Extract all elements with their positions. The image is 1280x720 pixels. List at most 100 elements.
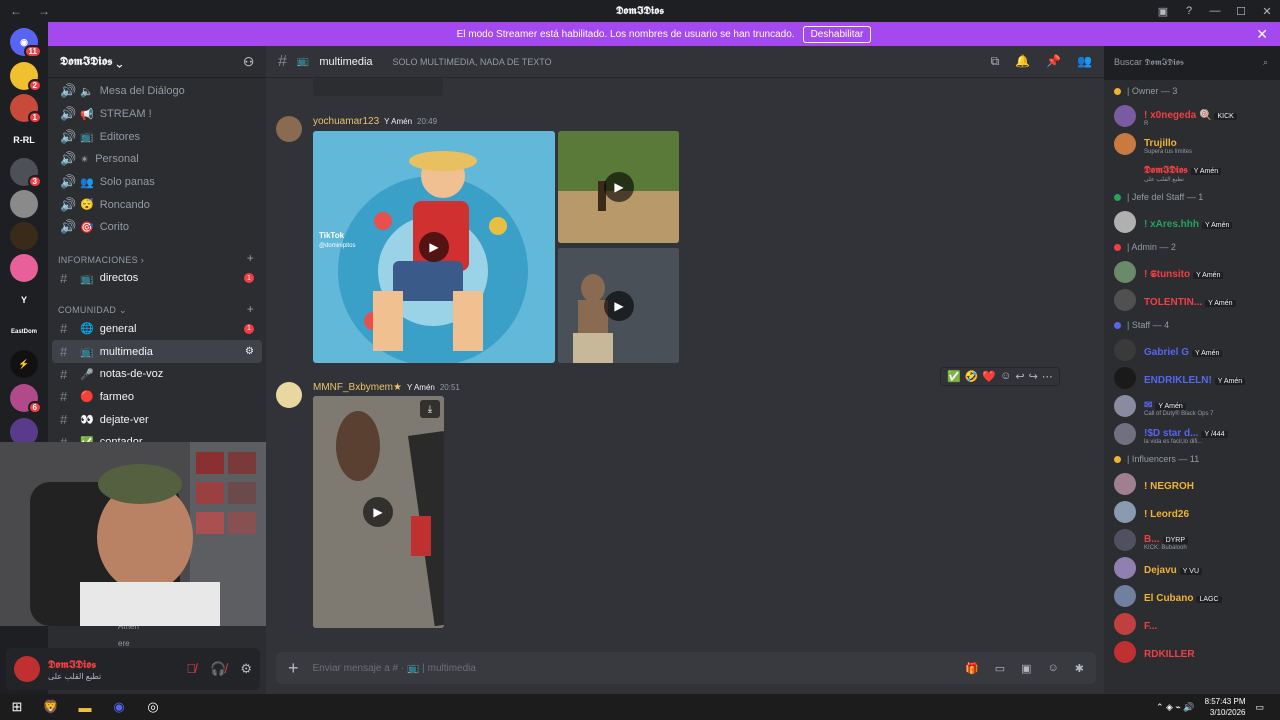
member-name[interactable]: Gabriel G [1144, 347, 1189, 358]
member-item[interactable]: RDKILLER [1104, 638, 1280, 666]
avatar[interactable] [14, 656, 40, 682]
pin-icon[interactable]: 📌 [1046, 54, 1061, 69]
play-icon[interactable]: ▶ [419, 232, 449, 262]
voice-channel-item[interactable]: 🔊 📢 STREAM ! [48, 103, 266, 126]
server-icon[interactable]: 3 [10, 158, 42, 188]
member-item[interactable]: ! 𝕾tunsito Y Amén [1104, 258, 1280, 286]
server-icon[interactable] [10, 190, 38, 218]
member-item[interactable]: ✉ Y Amén Call of Duty® Black Ops 7 [1104, 392, 1280, 420]
reaction-laugh-icon[interactable]: 🤣 [965, 370, 979, 383]
server-icon[interactable]: ⚡ [10, 350, 38, 378]
user-name[interactable]: 𝕯𝖔𝖒𝕴𝕯𝖎𝖔𝖘 [48, 658, 101, 672]
member-name[interactable]: !$D star d... [1144, 428, 1198, 439]
add-channel-icon[interactable]: + [247, 302, 254, 316]
member-name[interactable]: 𝕯𝖔𝖒𝕴𝕯𝖎𝖔𝖘 [1144, 165, 1188, 176]
emoji-icon[interactable]: ☺ [1048, 662, 1059, 675]
voice-channel-item[interactable]: 🔊 📺 Editores [48, 125, 266, 148]
avatar[interactable] [1114, 211, 1136, 233]
avatar[interactable] [1114, 529, 1136, 551]
play-icon[interactable]: ▶ [604, 172, 634, 202]
voice-channel-item[interactable]: 🔊 🔈 Mesa del Diálogo [48, 80, 266, 103]
avatar[interactable] [1114, 613, 1136, 635]
member-item[interactable]: 𝕯𝖔𝖒𝕴𝕯𝖎𝖔𝖘 Y Amén تطبع القلب على [1104, 158, 1280, 186]
member-name[interactable]: ! x0negeda 🍭 [1144, 110, 1211, 121]
message-composer[interactable]: + Enviar mensaje a # · 📺 | multimedia 🎁 … [276, 652, 1096, 684]
category-label[interactable]: INFORMACIONES › [58, 255, 144, 265]
reply-icon[interactable]: ↩ [1015, 370, 1024, 383]
member-name[interactable]: ! xAres.hhh [1144, 219, 1199, 230]
server-icon[interactable] [10, 254, 38, 282]
maximize-icon[interactable]: ☐ [1228, 5, 1254, 18]
member-name[interactable]: RDKILLER [1144, 649, 1195, 660]
obs-icon[interactable]: ◎ [136, 699, 170, 715]
gif-icon[interactable]: ▭ [995, 662, 1005, 675]
video-attachment[interactable]: ▶ [558, 131, 679, 243]
avatar[interactable] [276, 382, 302, 408]
server-icon[interactable]: 6 [10, 384, 42, 414]
search-placeholder[interactable]: Buscar 𝕯𝖔𝖒𝕴𝕯𝖎𝖔𝖘 [1114, 57, 1184, 68]
member-name[interactable]: Trujillo [1144, 138, 1177, 149]
member-item[interactable]: Trujillo Supera tus límites [1104, 130, 1280, 158]
text-channel-item[interactable]: # 👀 dejate-ver [48, 408, 266, 431]
channel-settings-icon[interactable]: ⚙ [245, 346, 254, 357]
deafen-icon[interactable]: 🎧̸ [210, 661, 226, 677]
avatar[interactable] [1114, 289, 1136, 311]
member-name[interactable]: ENDRIKLELN! [1144, 375, 1212, 386]
direct-messages-icon[interactable]: ◉ 11 [10, 28, 42, 58]
member-item[interactable]: ! x0negeda 🍭 KICK R [1104, 102, 1280, 130]
sticker-icon[interactable]: ▣ [1021, 662, 1031, 675]
member-item[interactable]: B... DYRP KICK: Bubalooh [1104, 526, 1280, 554]
server-eastdom[interactable]: EastDom [10, 318, 38, 346]
member-item[interactable]: ENDRIKLELN! Y Amén [1104, 364, 1280, 392]
apps-icon[interactable]: ✱ [1075, 662, 1084, 675]
add-reaction-icon[interactable]: ☺ [1000, 370, 1011, 383]
help-icon[interactable]: ? [1176, 5, 1202, 17]
threads-icon[interactable]: ⧉ [991, 54, 1000, 69]
add-user-icon[interactable]: ⚇ [243, 55, 254, 69]
avatar[interactable] [1114, 585, 1136, 607]
disable-streamer-button[interactable]: Deshabilitar [802, 25, 872, 43]
server-icon[interactable]: Y [10, 286, 38, 314]
video-attachment[interactable]: ▶ [558, 248, 679, 363]
member-item[interactable]: Gabriel GY Amén [1104, 336, 1280, 364]
server-header[interactable]: 𝕯𝖔𝖒𝕴𝕯𝖎𝖔𝖘 ⌄ ⚇ [48, 46, 266, 78]
category-comunidad[interactable]: COMUNIDAD ⌄ + [48, 296, 266, 318]
member-item[interactable]: TOLENTIN... Y Amén [1104, 286, 1280, 314]
play-icon[interactable]: ▶ [363, 497, 393, 527]
text-channel-item[interactable]: # 🌐 general 1 [48, 318, 266, 341]
member-item[interactable]: ! Leord26 [1104, 498, 1280, 526]
add-channel-icon[interactable]: + [247, 251, 254, 265]
author-name[interactable]: MMNF_Bxbymem★ [313, 382, 402, 393]
member-item[interactable]: ! xAres.hhh Y Amén [1104, 208, 1280, 236]
member-name[interactable]: ! 𝕾tunsito [1144, 269, 1190, 280]
message-input[interactable]: Enviar mensaje a # · 📺 | multimedia [313, 663, 476, 674]
previous-media[interactable] [313, 78, 443, 96]
category-label[interactable]: COMUNIDAD ⌄ [58, 305, 127, 316]
member-item[interactable]: Dejavu Y VU [1104, 554, 1280, 582]
voice-channel-item[interactable]: 🔊 😴 Roncando [48, 193, 266, 216]
member-name[interactable]: B... [1144, 534, 1160, 545]
gift-icon[interactable]: 🎁 [965, 662, 979, 675]
bell-icon[interactable]: 🔔 [1015, 54, 1030, 69]
avatar[interactable] [1114, 161, 1136, 183]
member-name[interactable]: Dejavu [1144, 565, 1177, 576]
author-name[interactable]: yochuamar123 [313, 116, 379, 127]
avatar[interactable] [1114, 423, 1136, 445]
search-icon[interactable]: ⌕ [1263, 57, 1268, 68]
mute-mic-icon[interactable]: 🎙̸ [186, 661, 196, 677]
member-name[interactable]: ✉ [1144, 400, 1152, 411]
play-icon[interactable]: ▶ [604, 291, 634, 321]
avatar[interactable] [1114, 105, 1136, 127]
avatar[interactable] [1114, 501, 1136, 523]
voice-channel-item[interactable]: 🔊 ✴ Personal [48, 148, 266, 171]
inbox-icon[interactable]: ▣ [1150, 5, 1176, 18]
notifications-icon[interactable]: ▭ [1255, 702, 1264, 713]
close-banner-icon[interactable]: ✕ [1256, 26, 1268, 43]
server-name[interactable]: 𝕯𝖔𝖒𝕴𝕯𝖎𝖔𝖘 ⌄ [60, 54, 122, 69]
text-channel-item[interactable]: # 🔴 farmeo [48, 386, 266, 409]
avatar[interactable] [1114, 557, 1136, 579]
member-name[interactable]: F... [1144, 621, 1157, 632]
server-icon[interactable]: 1 [10, 94, 42, 124]
text-channel-item[interactable]: # 📺 multimedia ⚙ [52, 340, 262, 363]
search-input[interactable]: Buscar 𝕯𝖔𝖒𝕴𝕯𝖎𝖔𝖘 ⌕ [1108, 52, 1274, 72]
